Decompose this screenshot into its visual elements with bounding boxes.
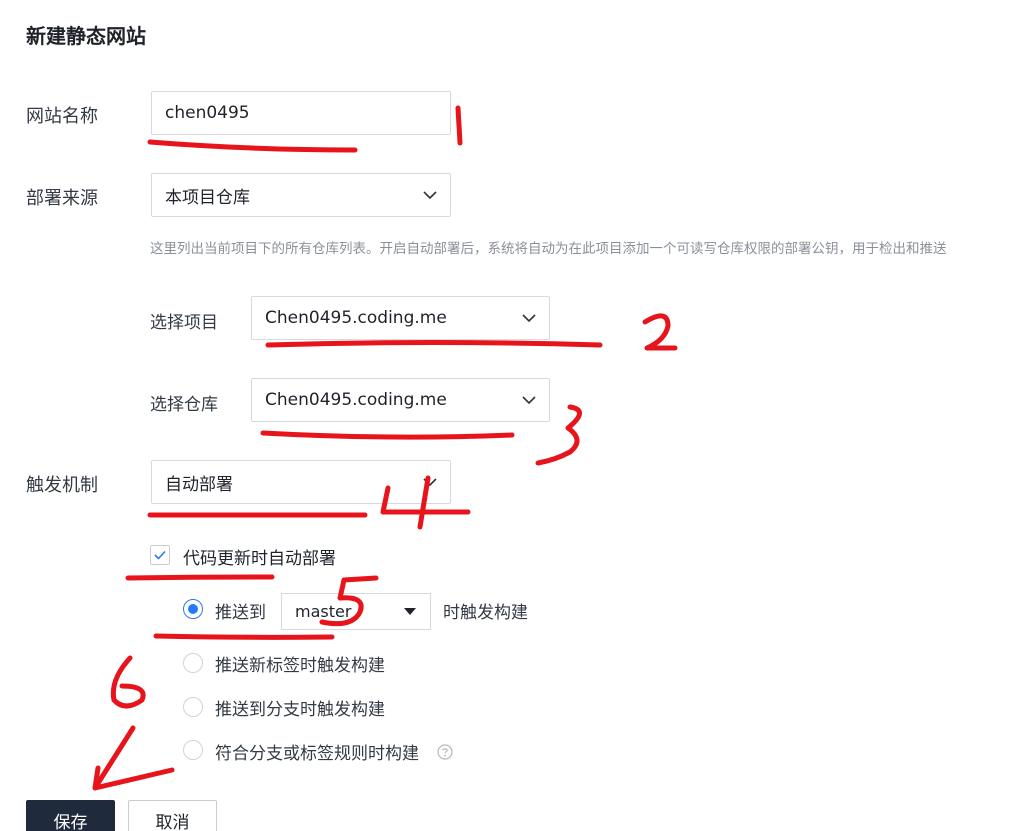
project-select[interactable]: Chen0495.coding.me (251, 296, 550, 340)
trigger-label: 触发机制 (26, 475, 98, 496)
page-title: 新建静态网站 (26, 24, 146, 48)
radio-match-rule-label: 符合分支或标签规则时构建 (215, 744, 419, 764)
annotation-number-2 (642, 313, 678, 351)
deploy-source-hint: 这里列出当前项目下的所有仓库列表。开启自动部署后，系统将自动为在此项目添加一个可… (150, 241, 947, 257)
site-name-label: 网站名称 (26, 106, 98, 127)
chevron-down-icon (509, 395, 549, 405)
site-name-input[interactable]: chen0495 (151, 91, 451, 135)
annotation-number-1 (455, 105, 463, 146)
annotation-number-6 (110, 655, 146, 709)
radio-push-to-any-branch-label: 推送到分支时触发构建 (215, 700, 385, 720)
chevron-down-icon (410, 477, 450, 487)
branch-value: master (295, 602, 352, 621)
save-button[interactable]: 保存 (26, 800, 115, 831)
help-circle-icon[interactable] (437, 744, 453, 764)
annotation-underline-project (265, 340, 603, 348)
site-name-value: chen0495 (165, 103, 250, 123)
annotation-underline-radio (153, 633, 335, 640)
radio-push-to-branch[interactable] (183, 599, 203, 619)
new-static-site-page: 新建静态网站 网站名称 chen0495 部署来源 本项目仓库 这里列出当前项目… (0, 0, 1032, 831)
branch-select[interactable]: master (281, 593, 431, 630)
annotation-underline-repository (260, 430, 515, 440)
trigger-select[interactable]: 自动部署 (151, 460, 451, 504)
annotation-underline-checkbox (125, 574, 275, 581)
project-label: 选择项目 (150, 313, 218, 333)
project-value: Chen0495.coding.me (265, 308, 447, 328)
radio-push-to-suffix: 时触发构建 (443, 603, 528, 623)
chevron-down-icon (509, 313, 549, 323)
repository-select[interactable]: Chen0495.coding.me (251, 378, 550, 422)
auto-deploy-checkbox-label: 代码更新时自动部署 (183, 549, 336, 569)
annotation-arrow (92, 725, 175, 791)
radio-push-new-tag-label: 推送新标签时触发构建 (215, 656, 385, 676)
radio-push-new-tag[interactable] (183, 653, 203, 673)
trigger-value: 自动部署 (165, 474, 233, 495)
auto-deploy-checkbox[interactable] (150, 545, 170, 565)
repository-label: 选择仓库 (150, 395, 218, 415)
repository-value: Chen0495.coding.me (265, 390, 447, 410)
checkmark-icon (154, 550, 166, 560)
deploy-source-label: 部署来源 (26, 188, 98, 209)
deploy-source-value: 本项目仓库 (165, 187, 250, 208)
deploy-source-select[interactable]: 本项目仓库 (151, 173, 451, 217)
chevron-down-icon (410, 190, 450, 200)
radio-push-to-label: 推送到 (215, 603, 266, 623)
radio-push-to-any-branch[interactable] (183, 697, 203, 717)
cancel-button[interactable]: 取消 (128, 800, 217, 831)
caret-down-icon (390, 607, 430, 616)
annotation-underline-site-name (147, 139, 358, 153)
radio-match-rule[interactable] (183, 740, 203, 760)
